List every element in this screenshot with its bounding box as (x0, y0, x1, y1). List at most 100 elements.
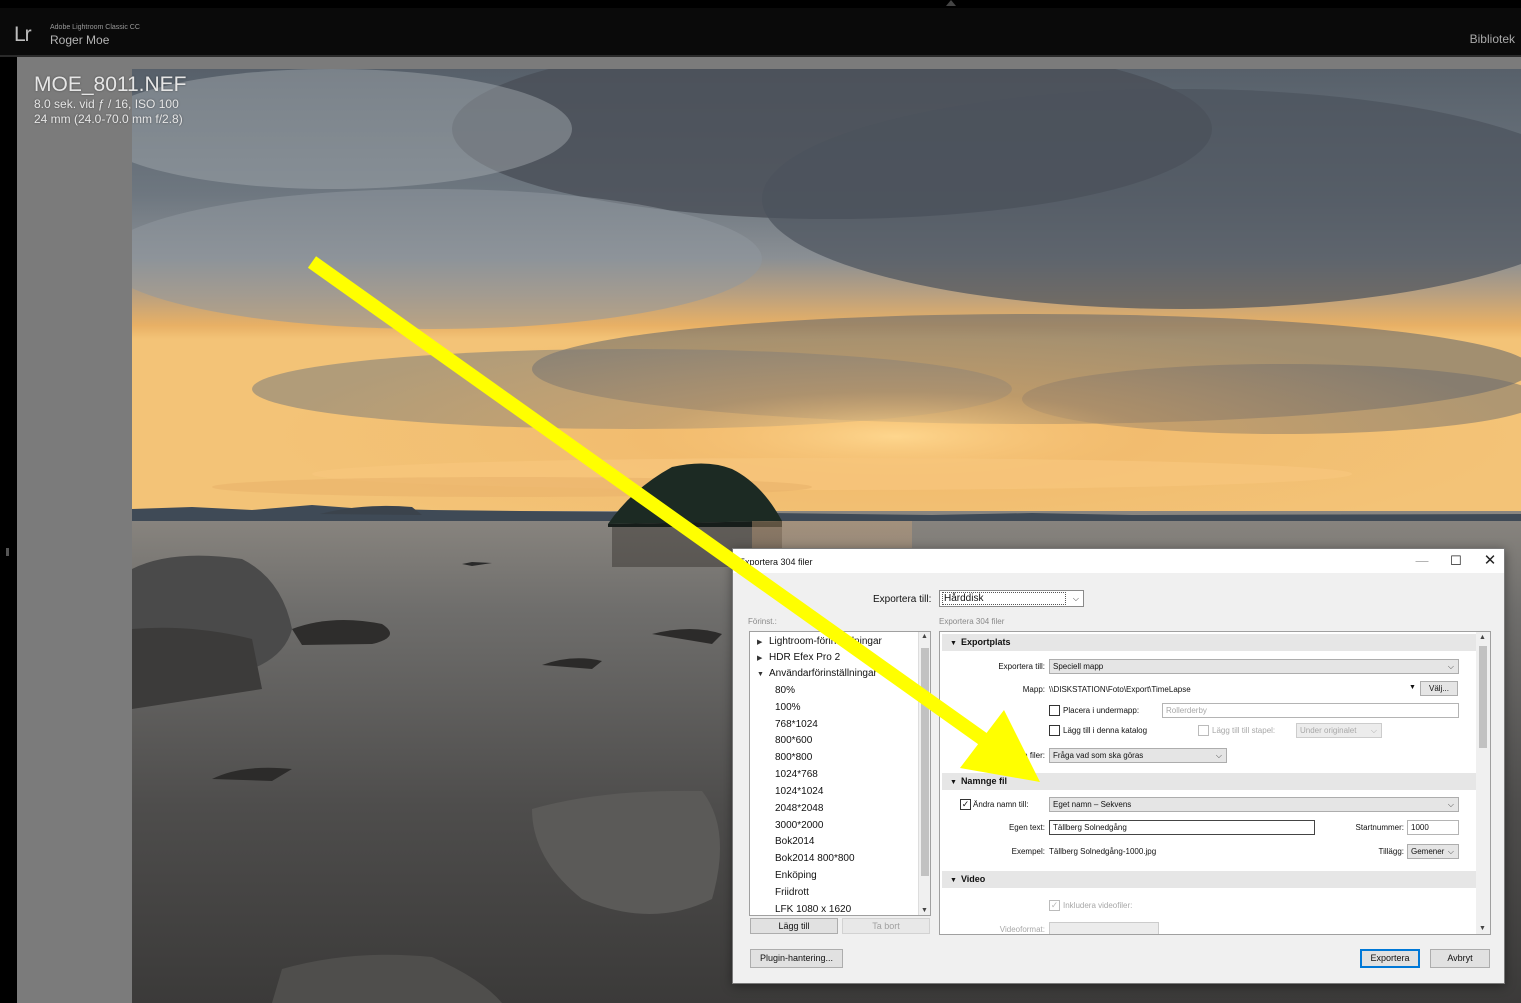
settings-scrollbar[interactable]: ▲ ▼ (1476, 632, 1490, 934)
export-to-folder-dropdown[interactable]: Speciell mapp ⌵ (1049, 659, 1459, 674)
preset-item[interactable]: Bok2014 (750, 834, 814, 850)
dialog-title: Exportera 304 filer (739, 557, 813, 567)
preset-item[interactable]: 3000*2000 (750, 818, 823, 834)
export-count-label: Exportera 304 filer (939, 617, 1005, 626)
chevron-down-icon: ⌵ (1370, 726, 1377, 735)
folder-dropdown-arrow-icon[interactable]: ▼ (1409, 684, 1416, 691)
photo-info-overlay: MOE_8011.NEF 8.0 sek. vid ƒ / 16, ISO 10… (34, 73, 187, 127)
preset-item[interactable]: LFK 1080 x 1620 (750, 902, 851, 915)
subfolder-input[interactable]: Rollerderby (1162, 703, 1459, 718)
preset-folder[interactable]: ▶ Lightroom-förinställningar (750, 634, 882, 650)
module-library-link[interactable]: Bibliotek (1470, 32, 1515, 46)
example-value: Tällberg Solnedgång-1000.jpg (1049, 847, 1157, 856)
export-dialog: Exportera 304 filer — ☐ ✕ Exportera till… (732, 548, 1505, 984)
export-to-dropdown[interactable]: Hårddisk ⌵ (939, 590, 1084, 607)
add-to-catalog-checkbox[interactable] (1049, 725, 1060, 736)
preset-label: Förinst.: (748, 617, 777, 626)
preset-item[interactable]: 1024*768 (750, 767, 818, 783)
subfolder-checkbox[interactable] (1049, 705, 1060, 716)
panel-toggle-triangle-icon[interactable] (946, 0, 956, 6)
preset-item[interactable]: 2048*2048 (750, 801, 823, 817)
section-export-location[interactable]: ▼ Exportplats (942, 634, 1476, 651)
preset-folder[interactable]: ▶ HDR Efex Pro 2 (750, 650, 840, 666)
preset-item[interactable]: Friidrott (750, 885, 809, 901)
extensions-label: Tillägg: (1378, 847, 1405, 856)
preset-item[interactable]: 800*600 (750, 733, 812, 749)
scrollbar-thumb[interactable] (921, 648, 929, 876)
existing-files-dropdown[interactable]: Fråga vad som ska göras ⌵ (1049, 748, 1227, 763)
preset-item[interactable]: 768*1024 (750, 717, 818, 733)
lightroom-logo: Lr (14, 23, 32, 46)
section-title: Namnge fil (960, 776, 1007, 786)
preset-list[interactable]: ▶ Lightroom-förinställningar ▶ HDR Efex Pr… (749, 631, 931, 916)
dialog-titlebar[interactable]: Exportera 304 filer — ☐ ✕ (733, 549, 1504, 573)
extensions-value: Gemener (1411, 847, 1445, 856)
existing-files-label: Befintliga filer: (994, 751, 1045, 760)
scroll-down-icon[interactable]: ▼ (921, 907, 928, 914)
rename-template-dropdown[interactable]: Eget namn – Sekvens ⌵ (1049, 797, 1459, 812)
subfolder-label: Placera i undermapp: (1063, 706, 1140, 715)
minimize-icon[interactable]: — (1409, 553, 1435, 569)
left-panel-toggle[interactable] (6, 548, 9, 556)
rename-checkbox[interactable]: ✓ (960, 799, 971, 810)
video-format-label: Videoformat: (999, 925, 1045, 934)
add-to-catalog-label: Lägg till i denna katalog (1063, 726, 1148, 735)
start-number-label: Startnummer: (1355, 823, 1404, 832)
example-label: Exempel: (1011, 847, 1045, 856)
section-title: Video (960, 874, 986, 884)
triangle-down-icon: ▼ (950, 779, 957, 786)
stack-position-value: Under originalet (1300, 726, 1357, 735)
close-icon[interactable]: ✕ (1477, 553, 1503, 569)
preset-scrollbar[interactable]: ▲ ▼ (918, 632, 930, 915)
section-file-naming[interactable]: ▼ Namnge fil (942, 773, 1476, 790)
scroll-up-icon[interactable]: ▲ (921, 633, 928, 640)
preset-item[interactable]: 80% (750, 683, 795, 699)
export-to-value: Hårddisk (942, 592, 1066, 605)
export-to-label: Exportera till: (873, 594, 932, 605)
maximize-icon[interactable]: ☐ (1443, 553, 1469, 569)
preset-item[interactable]: 100% (750, 700, 801, 716)
preset-item[interactable]: 1024*1024 (750, 784, 823, 800)
triangle-right-icon: ▶ (757, 639, 763, 646)
extensions-dropdown[interactable]: Gemener ⌵ (1407, 844, 1459, 859)
add-to-stack-checkbox[interactable] (1198, 725, 1209, 736)
scroll-down-icon[interactable]: ▼ (1479, 925, 1486, 932)
custom-text-label: Egen text: (1008, 823, 1045, 832)
include-video-checkbox[interactable]: ✓ (1049, 900, 1060, 911)
remove-preset-button[interactable]: Ta bort (842, 918, 930, 934)
scrollbar-thumb[interactable] (1479, 646, 1487, 748)
rename-template-value: Eget namn – Sekvens (1053, 800, 1132, 809)
preset-item[interactable]: Bok2014 800*800 (750, 851, 855, 867)
subfolder-value: Rollerderby (1166, 706, 1207, 715)
stack-position-dropdown[interactable]: Under originalet ⌵ (1296, 723, 1382, 738)
chevron-down-icon: ⌵ (1447, 800, 1454, 809)
user-name: Roger Moe (50, 33, 110, 47)
preset-item[interactable]: 800*800 (750, 750, 812, 766)
scroll-up-icon[interactable]: ▲ (1479, 634, 1486, 641)
preset-label: HDR Efex Pro 2 (769, 652, 841, 663)
preset-item[interactable]: Enköping (750, 868, 817, 884)
product-name: Adobe Lightroom Classic CC (50, 24, 140, 31)
section-title: Exportplats (960, 637, 1011, 647)
start-number-input[interactable]: 1000 (1407, 820, 1459, 835)
export-button[interactable]: Exportera (1360, 949, 1420, 968)
triangle-down-icon: ▼ (757, 671, 764, 678)
triangle-right-icon: ▶ (757, 655, 763, 662)
lightroom-window: Lr Adobe Lightroom Classic CC Roger Moe … (0, 0, 1521, 1003)
triangle-down-icon: ▼ (950, 640, 957, 647)
choose-folder-button[interactable]: Välj... (1420, 681, 1458, 696)
video-format-dropdown[interactable] (1049, 922, 1159, 934)
preset-folder[interactable]: ▼ Användarförinställningar (750, 666, 877, 682)
add-preset-button[interactable]: Lägg till (750, 918, 838, 934)
export-settings-panel[interactable]: ▼ Exportplats Exportera till: Speciell ma… (939, 631, 1491, 935)
export-to-folder-label: Exportera till: (998, 662, 1045, 671)
photo-lens: 24 mm (24.0-70.0 mm f/2.8) (34, 112, 183, 126)
preset-label: Användarförinställningar (769, 668, 877, 679)
cancel-button[interactable]: Avbryt (1430, 949, 1490, 968)
chevron-down-icon: ⌵ (1447, 662, 1454, 671)
plugin-manager-button[interactable]: Plugin-hantering... (750, 949, 843, 968)
custom-text-input[interactable]: Tällberg Solnedgång (1049, 820, 1315, 835)
section-video[interactable]: ▼ Video (942, 871, 1476, 888)
include-video-label: Inkludera videofiler: (1063, 901, 1133, 910)
identity-plate-bar: Lr Adobe Lightroom Classic CC Roger Moe … (0, 8, 1521, 56)
